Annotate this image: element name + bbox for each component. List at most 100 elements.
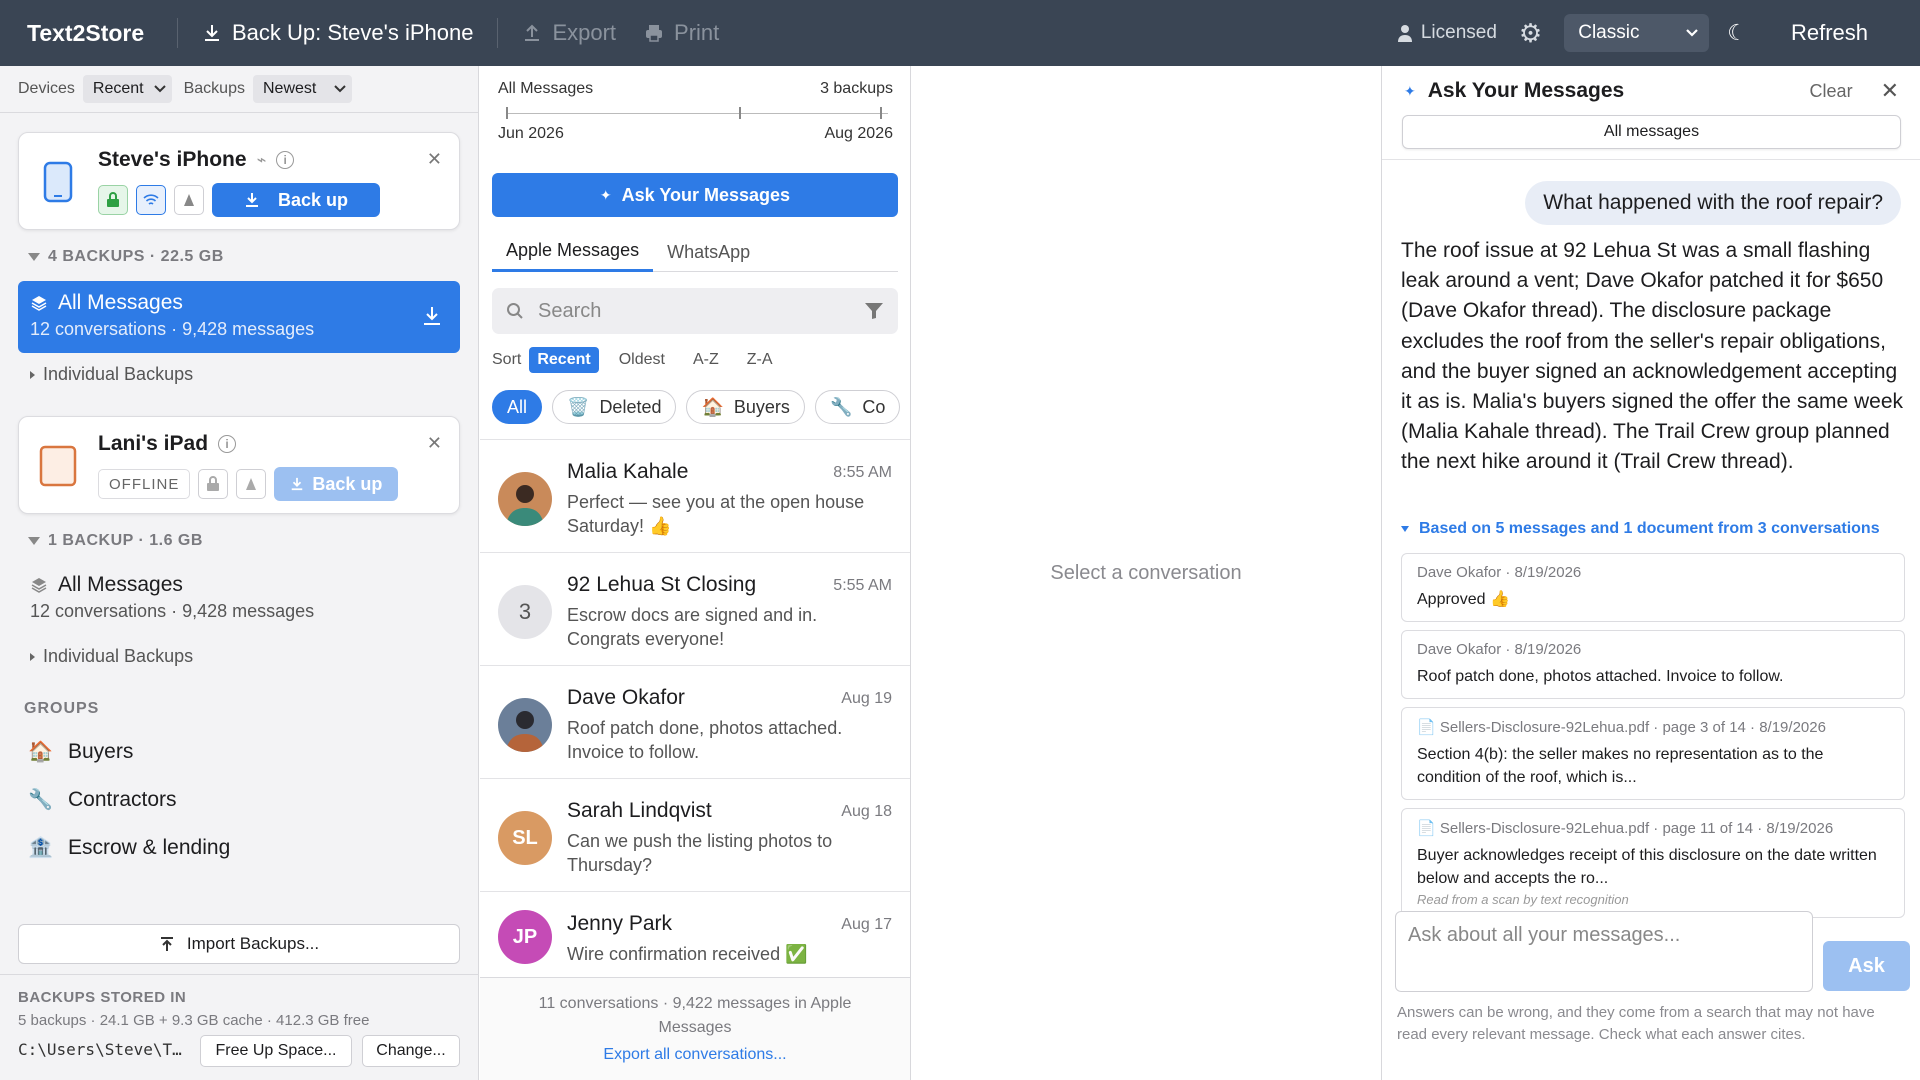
devices-sort-select[interactable]: Recent — [82, 75, 172, 103]
ask-messages-panel: ✦ Ask Your Messages Clear ✕ All messages… — [1381, 66, 1920, 1080]
device-card-ipad[interactable]: Lani's iPad i ✕ OFFLINE Back up — [18, 416, 460, 514]
download-icon — [245, 193, 258, 207]
close-icon[interactable]: ✕ — [427, 149, 442, 170]
search-input[interactable]: Search — [492, 288, 898, 334]
backups-sort-select[interactable]: Newest — [252, 75, 353, 103]
empty-state-text: Select a conversation — [1050, 561, 1242, 584]
all-messages-item-iphone[interactable]: All Messages 12 conversations · 9,428 me… — [18, 281, 460, 353]
all-messages-title: All Messages — [58, 291, 183, 314]
device-status-row: OFFLINE Back up — [98, 467, 399, 501]
dark-mode-moon-icon[interactable]: ☾ — [1727, 20, 1747, 46]
import-backups-button[interactable]: Import Backups... — [18, 924, 460, 964]
answer-disclaimer: Answers can be wrong, and they come from… — [1397, 1004, 1875, 1043]
sort-option-recent[interactable]: Recent — [529, 347, 599, 373]
sources-toggle[interactable]: Based on 5 messages and 1 document from … — [1401, 520, 1880, 538]
device-backup-label: Back up — [277, 189, 349, 210]
source-body: Section 4(b): the seller makes no repres… — [1417, 746, 1824, 786]
conversation-preview: Can we push the listing photos to Thursd… — [567, 831, 833, 875]
ask-input-placeholder: Ask about all your messages... — [1408, 924, 1681, 946]
download-icon[interactable] — [422, 305, 442, 327]
info-icon[interactable]: i — [218, 435, 237, 453]
individual-backups-toggle[interactable]: Individual Backups — [30, 364, 193, 385]
backup-device-button[interactable]: Back Up: Steve's iPhone — [178, 0, 497, 66]
close-icon[interactable]: ✕ — [1881, 78, 1899, 104]
theme-select[interactable]: Classic — [1564, 14, 1710, 52]
avatar: 3 — [498, 585, 552, 639]
backup-timeline[interactable]: All Messages 3 backups Jun 2026 Aug 2026 — [498, 80, 893, 170]
tab-apple-messages[interactable]: Apple Messages — [492, 232, 654, 272]
chip-buyers[interactable]: 🏠 Buyers — [686, 390, 805, 424]
conversation-row[interactable]: JP Jenny Park Aug 17 Wire confirmation r… — [480, 891, 910, 981]
avatar: SL — [498, 811, 552, 865]
conversation-preview: Perfect — see you at the open house Satu… — [567, 492, 865, 536]
source-card[interactable]: Dave Okafor · 8/19/2026 Approved 👍 — [1401, 553, 1905, 622]
group-item-contractors[interactable]: 🔧 Contractors — [28, 787, 177, 812]
settings-gear-icon[interactable]: ⚙ — [1519, 18, 1564, 49]
filter-funnel-icon[interactable] — [864, 302, 884, 320]
conversation-count-info: 11 conversations · 9,422 messages in App… — [538, 995, 852, 1036]
clear-button[interactable]: Clear — [1810, 81, 1853, 102]
conversation-row[interactable]: 3 92 Lehua St Closing 5:55 AM Escrow doc… — [480, 552, 910, 665]
search-placeholder: Search — [538, 299, 602, 322]
source-meta: Sellers-Disclosure-92Lehua.pdf · page 11… — [1439, 820, 1834, 837]
device-card-iphone[interactable]: Steve's iPhone ⌁ i ✕ Back up — [18, 132, 460, 230]
source-card[interactable]: 📄 Sellers-Disclosure-92Lehua.pdf · page … — [1401, 808, 1905, 918]
devices-filter-label: Devices — [18, 80, 75, 97]
conversation-row[interactable]: Malia Kahale 8:55 AM Perfect — see you a… — [480, 439, 910, 552]
close-icon[interactable]: ✕ — [427, 433, 442, 454]
source-card[interactable]: 📄 Sellers-Disclosure-92Lehua.pdf · page … — [1401, 707, 1905, 800]
house-icon: 🏠 — [28, 741, 53, 763]
info-icon[interactable]: i — [276, 151, 295, 169]
timeline-tick — [880, 107, 882, 119]
change-location-button[interactable]: Change... — [362, 1035, 460, 1067]
backups-section-toggle[interactable]: 1 BACKUP · 1.6 GB — [28, 532, 203, 550]
group-label: Buyers — [68, 739, 134, 763]
chip-all[interactable]: All — [492, 390, 543, 424]
source-ocr-note: Read from a scan by text recognition — [1417, 892, 1629, 907]
conversation-list: Malia Kahale 8:55 AM Perfect — see you a… — [480, 439, 910, 981]
group-label: Escrow & lending — [68, 835, 231, 859]
ask-submit-button[interactable]: Ask — [1823, 941, 1910, 991]
sort-option-za[interactable]: Z-A — [739, 347, 781, 373]
storage-heading: BACKUPS STORED IN — [18, 989, 187, 1006]
export-button[interactable]: Export — [498, 0, 640, 66]
free-up-space-button[interactable]: Free Up Space... — [200, 1035, 352, 1067]
scope-selector[interactable]: All messages — [1402, 115, 1901, 149]
device-backup-button[interactable]: Back up — [212, 183, 380, 217]
ask-input[interactable]: Ask about all your messages... — [1395, 911, 1813, 992]
chip-deleted[interactable]: 🗑️ Deleted — [552, 390, 677, 424]
download-icon — [292, 477, 303, 491]
chip-contractors[interactable]: 🔧 Co — [814, 390, 901, 424]
conversation-time: Aug 18 — [841, 803, 892, 820]
lock-icon — [198, 469, 229, 499]
export-all-link[interactable]: Export all conversations... — [480, 1046, 910, 1064]
conversation-row[interactable]: Dave Okafor Aug 19 Roof patch done, phot… — [480, 665, 910, 778]
individual-backups-toggle[interactable]: Individual Backups — [30, 646, 193, 667]
backup-device-label: Back Up: Steve's iPhone — [232, 20, 474, 45]
print-button[interactable]: Print — [640, 0, 743, 66]
devices-sort-value: Recent — [92, 80, 144, 97]
app-brand: Text2Store — [27, 19, 145, 46]
individual-backups-label: Individual Backups — [43, 646, 194, 666]
sort-option-az[interactable]: A-Z — [685, 347, 727, 373]
all-messages-item-ipad[interactable]: All Messages 12 conversations · 9,428 me… — [18, 563, 460, 635]
storage-info: 5 backups · 24.1 GB + 9.3 GB cache · 412… — [18, 1012, 370, 1029]
timeline-count: 3 backups — [820, 80, 893, 97]
refresh-button[interactable]: Refresh — [1791, 20, 1868, 46]
timeline-tick — [506, 107, 508, 119]
device-backup-button[interactable]: Back up — [274, 467, 399, 501]
tab-whatsapp[interactable]: WhatsApp — [653, 232, 764, 272]
group-item-escrow[interactable]: 🏦 Escrow & lending — [28, 835, 230, 860]
conversation-view-empty: Select a conversation — [912, 66, 1380, 1080]
conversation-preview: Roof patch done, photos attached. Invoic… — [567, 718, 843, 762]
ask-your-messages-button[interactable]: ✦ Ask Your Messages — [492, 173, 898, 217]
conversation-row[interactable]: SL Sarah Lindqvist Aug 18 Can we push th… — [480, 778, 910, 891]
wrench-icon: 🔧 — [28, 789, 53, 811]
timeline-start: Jun 2026 — [498, 125, 564, 142]
conversation-preview: Wire confirmation received ✅ — [567, 944, 808, 964]
user-question-bubble: What happened with the roof repair? — [1525, 181, 1901, 225]
source-card[interactable]: Dave Okafor · 8/19/2026 Roof patch done,… — [1401, 630, 1905, 699]
group-item-buyers[interactable]: 🏠 Buyers — [28, 739, 133, 764]
backups-section-toggle[interactable]: 4 BACKUPS · 22.5 GB — [28, 248, 224, 266]
sort-option-oldest[interactable]: Oldest — [611, 347, 673, 373]
